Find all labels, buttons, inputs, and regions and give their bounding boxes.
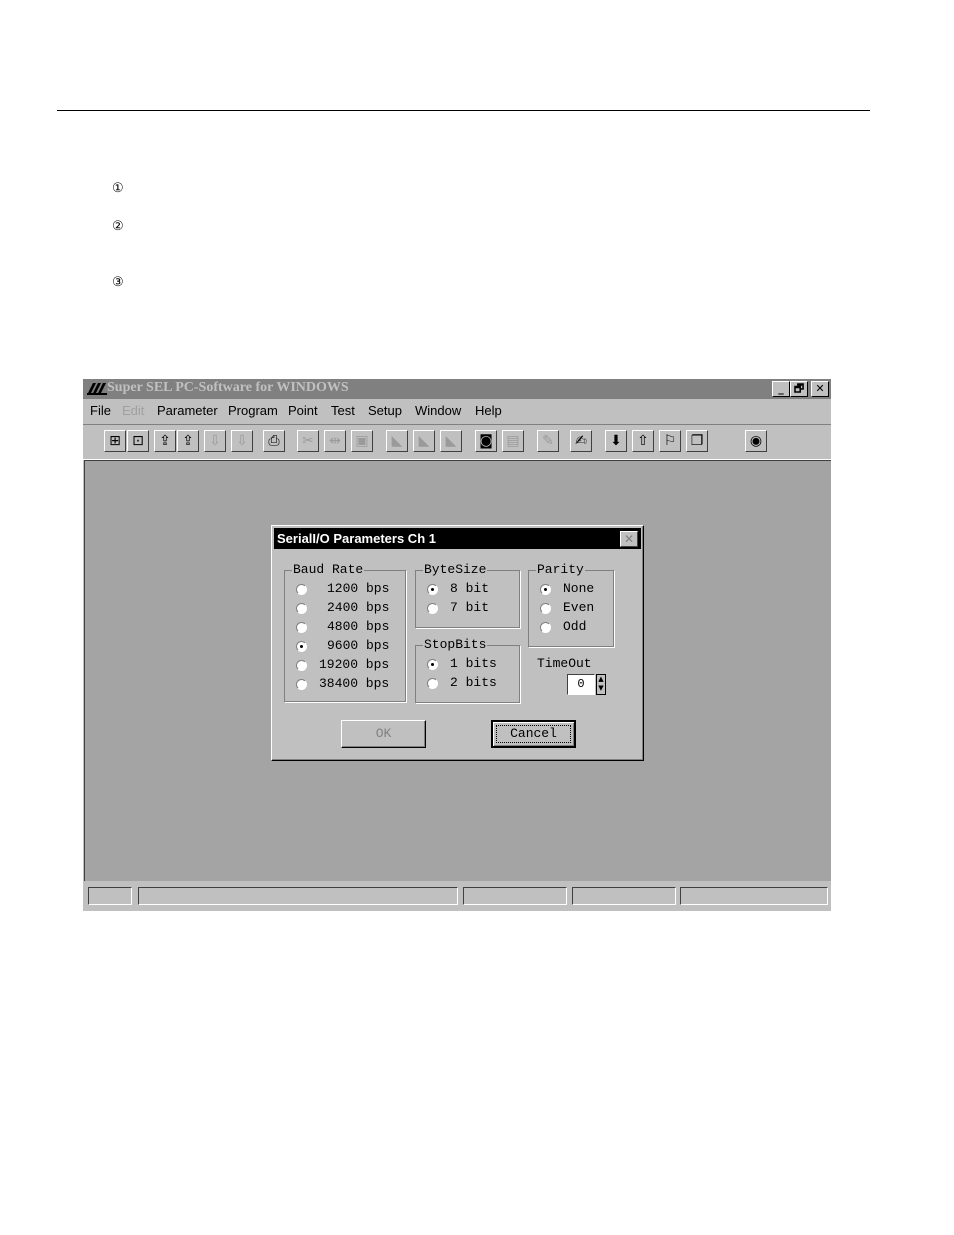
status-cell <box>572 887 676 905</box>
download-point-icon[interactable]: ⇩ <box>231 430 253 452</box>
radio-label: 1200 bps <box>327 581 390 596</box>
window-icon[interactable]: ❐ <box>686 430 708 452</box>
page-rule <box>57 110 870 111</box>
menu-point[interactable]: Point <box>288 403 318 418</box>
byte-7-radio[interactable]: 7 bit <box>427 600 512 618</box>
cut-icon[interactable]: ✂ <box>297 430 319 452</box>
minimize-button[interactable]: _ <box>772 381 790 397</box>
step-icon[interactable]: ▤ <box>502 430 524 452</box>
upload-point-icon[interactable]: ⇪ <box>177 430 199 452</box>
flag-icon[interactable]: ⚐ <box>659 430 681 452</box>
stop-bits-label: StopBits <box>423 637 488 652</box>
timeout-spinner-icon[interactable]: ▲ ▼ <box>596 674 606 695</box>
radio-label: 8 bit <box>450 581 490 596</box>
new-program-icon[interactable]: ⊞ <box>104 430 126 452</box>
new-point-icon[interactable]: ⊡ <box>127 430 149 452</box>
byte-8-radio[interactable]: 8 bit <box>427 581 512 599</box>
step-marker-2: ② <box>112 218 124 233</box>
parity-group: Parity None Even Odd <box>528 562 614 647</box>
edit-icon[interactable]: ✎ <box>537 430 559 452</box>
baud-9600-radio[interactable]: 9600 bps <box>296 638 401 656</box>
dialog-title: SerialI/O Parameters Ch 1 <box>277 531 436 546</box>
paste-icon[interactable]: ▣ <box>351 430 373 452</box>
stop-bits-group: StopBits 1 bits 2 bits <box>415 637 520 703</box>
timeout-label: TimeOut <box>537 656 592 671</box>
baud-1200-radio[interactable]: 1200 bps <box>296 581 401 599</box>
restore-button[interactable]: 🗗 <box>790 381 808 397</box>
radio-label: 2400 bps <box>327 600 390 615</box>
status-cell <box>138 887 458 905</box>
menu-test[interactable]: Test <box>331 403 355 418</box>
parity-odd-radio[interactable]: Odd <box>540 619 608 637</box>
radio-label: 9600 bps <box>327 638 390 653</box>
window-title: Super SEL PC-Software for WINDOWS <box>107 380 349 395</box>
radio-label: 2 bits <box>450 675 497 690</box>
baud-4800-radio[interactable]: 4800 bps <box>296 619 401 637</box>
status-bar <box>83 882 831 911</box>
down-arrow-icon[interactable]: ⬇ <box>605 430 627 452</box>
menu-setup[interactable]: Setup <box>368 403 402 418</box>
print-icon[interactable]: ⎙ <box>263 430 285 452</box>
toolbar: ⊞ ⊡ ⇪ ⇪ ⇩ ⇩ ⎙ ✂ ⇹ ▣ ◣ ◣ ◣ ◙ ▤ ✎ ✍ ⬇ ⇧ ⚐ … <box>83 424 831 460</box>
upload-program-icon[interactable]: ⇪ <box>154 430 176 452</box>
clear-row-icon[interactable]: ◣ <box>440 430 462 452</box>
byte-size-label: ByteSize <box>423 562 488 577</box>
radio-label: 38400 bps <box>319 676 390 691</box>
parity-label: Parity <box>536 562 585 577</box>
download-program-icon[interactable]: ⇩ <box>204 430 226 452</box>
cancel-button[interactable]: Cancel <box>491 720 576 748</box>
radio-label: 7 bit <box>450 600 490 615</box>
baud-2400-radio[interactable]: 2400 bps <box>296 600 401 618</box>
stop-1-radio[interactable]: 1 bits <box>427 656 512 674</box>
stop-icon[interactable]: ◉ <box>745 430 767 452</box>
menu-file[interactable]: File <box>90 403 111 418</box>
radio-label: 4800 bps <box>327 619 390 634</box>
status-cell <box>88 887 132 905</box>
ok-button[interactable]: OK <box>341 720 426 748</box>
radio-label: Even <box>563 600 595 615</box>
menu-program[interactable]: Program <box>228 403 278 418</box>
step-marker-3: ③ <box>112 274 124 289</box>
insert-row-icon[interactable]: ◣ <box>386 430 408 452</box>
app-logo-icon <box>87 383 107 395</box>
menu-edit[interactable]: Edit <box>122 403 144 418</box>
timeout-input[interactable]: 0 <box>567 674 595 695</box>
monitor-icon[interactable]: ✍ <box>570 430 592 452</box>
radio-label: 19200 bps <box>319 657 390 672</box>
close-button[interactable]: ✕ <box>811 381 829 397</box>
window-titlebar[interactable]: Super SEL PC-Software for WINDOWS _ 🗗 ✕ <box>83 379 831 399</box>
menu-parameter[interactable]: Parameter <box>157 403 218 418</box>
baud-38400-radio[interactable]: 38400 bps <box>296 676 401 694</box>
dialog-titlebar[interactable]: SerialI/O Parameters Ch 1 ✕ <box>274 528 641 549</box>
baud-rate-label: Baud Rate <box>292 562 365 577</box>
run-icon[interactable]: ◙ <box>475 430 497 452</box>
baud-19200-radio[interactable]: 19200 bps <box>296 657 401 675</box>
byte-size-group: ByteSize 8 bit 7 bit <box>415 562 520 628</box>
status-cell <box>680 887 828 905</box>
baud-rate-group: Baud Rate 1200 bps 2400 bps 4800 bps 960… <box>284 562 406 702</box>
menu-window[interactable]: Window <box>415 403 461 418</box>
radio-label: None <box>563 581 595 596</box>
stop-2-radio[interactable]: 2 bits <box>427 675 512 693</box>
copy-icon[interactable]: ⇹ <box>324 430 346 452</box>
parity-even-radio[interactable]: Even <box>540 600 608 618</box>
radio-label: 1 bits <box>450 656 497 671</box>
up-arrow-icon[interactable]: ⇧ <box>632 430 654 452</box>
parity-none-radio[interactable]: None <box>540 581 608 599</box>
status-cell <box>463 887 567 905</box>
dialog-close-icon[interactable]: ✕ <box>620 531 638 547</box>
menu-help[interactable]: Help <box>475 403 502 418</box>
menu-bar: File Edit Parameter Program Point Test S… <box>83 400 831 422</box>
step-marker-1: ① <box>112 180 124 195</box>
radio-label: Odd <box>563 619 587 634</box>
delete-row-icon[interactable]: ◣ <box>413 430 435 452</box>
serial-io-dialog: SerialI/O Parameters Ch 1 ✕ Baud Rate 12… <box>271 525 644 761</box>
